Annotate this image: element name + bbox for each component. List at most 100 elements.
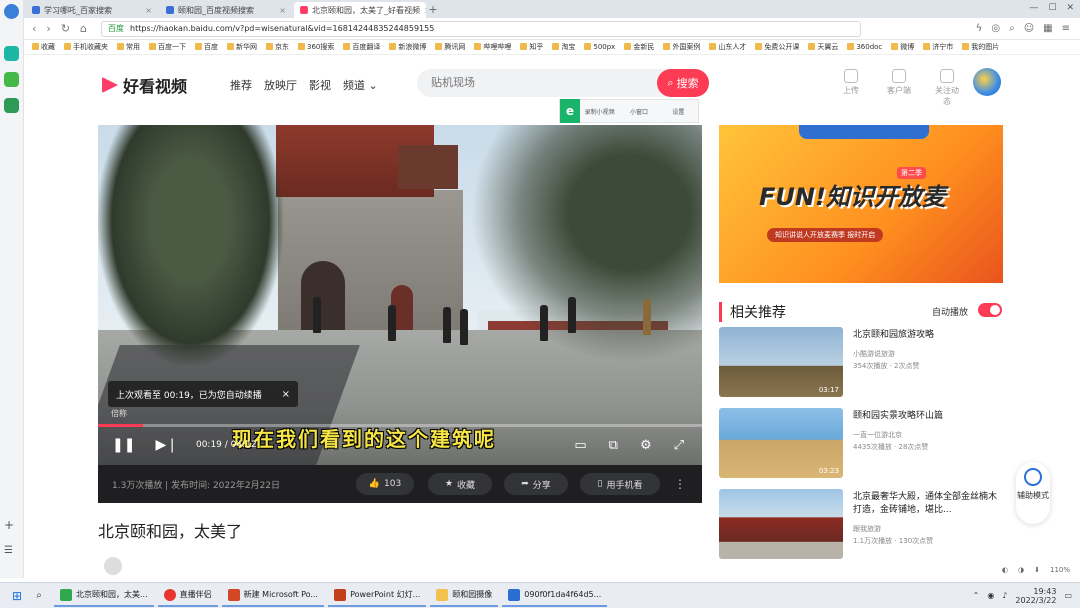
bookmark-item[interactable]: 腾讯网 (435, 42, 465, 52)
more-icon[interactable]: ⋮ (674, 477, 686, 491)
related-title[interactable]: 北京最奢华大殿，通体全部金丝楠木打造，金砖铺地，堪比... (853, 491, 1003, 517)
browser-tab[interactable]: 学习哪吒_百家搜索 × (26, 2, 158, 18)
autoplay-toggle[interactable] (978, 303, 1002, 317)
bookmark-item[interactable]: 360doc (847, 43, 882, 51)
recorder-logo-icon[interactable]: e (560, 99, 580, 123)
bookmark-item[interactable]: 360搜索 (298, 42, 334, 52)
new-tab-icon[interactable]: + (426, 2, 440, 18)
related-title[interactable]: 北京颐和园旅游攻略 (853, 329, 1003, 342)
bookmark-item[interactable]: 济宁市 (923, 42, 953, 52)
menu-more-icon[interactable]: ≡ (1062, 23, 1070, 34)
video-player[interactable] (98, 125, 702, 465)
bookmark-item[interactable]: 天翼云 (808, 42, 838, 52)
notification-icon[interactable]: ▭ (1064, 591, 1072, 600)
taskbar-item[interactable]: 新建 Microsoft Po... (221, 585, 325, 607)
collect-button[interactable]: ★ 收藏 (428, 473, 492, 495)
related-item[interactable]: 03:23 颐和园实景攻略环山篇 一直一位游北京 4435次播放 · 28次点赞 (719, 408, 1003, 480)
bookmark-item[interactable]: 百度一下 (149, 42, 186, 52)
fullscreen-web-icon[interactable]: ⧉ (609, 438, 618, 453)
related-item[interactable]: 03:17 北京颐和园旅游攻略 小酷游说旅游 354次播放 · 2次点赞 (719, 327, 1003, 399)
bookmark-item[interactable]: 金新民 (624, 42, 654, 52)
follow-feed-button[interactable]: 关注动态 (934, 69, 960, 107)
search-icon[interactable]: ⌕ (28, 590, 50, 601)
search-input[interactable] (431, 76, 631, 89)
pause-icon[interactable]: ❚❚ (112, 437, 135, 453)
close-tip-icon[interactable]: × (282, 389, 290, 400)
bookmark-item[interactable]: 百度 (195, 42, 218, 52)
browser-tab-active[interactable]: 北京颐和园，太美了_好看视频× (294, 2, 426, 18)
related-title[interactable]: 颐和园实景攻略环山篇 (853, 410, 1003, 423)
search-engine-icon[interactable]: ◎ (991, 23, 1000, 34)
browser-logo-icon[interactable] (4, 4, 19, 19)
dock-app-icon[interactable] (4, 72, 19, 87)
bookmark-item[interactable]: 500px (584, 43, 615, 51)
url-input[interactable]: 百度 https://haokan.baidu.com/v?pd=wisenatu… (101, 20, 862, 37)
recorder-settings-button[interactable]: 设置 (659, 107, 698, 116)
home-icon[interactable]: ⌂ (80, 22, 87, 35)
dock-app-icon[interactable] (4, 98, 19, 113)
bullet-comment-icon[interactable]: ▭ (574, 438, 586, 453)
taskbar-item[interactable]: 090f0f1da4f64d5... (502, 585, 608, 607)
status-icon[interactable]: ◐ (1002, 566, 1008, 578)
related-item[interactable]: 北京最奢华大殿，通体全部金丝楠木打造，金砖铺地，堪比... 跟我旅游 1.1万次… (719, 489, 1003, 561)
status-icon[interactable]: ⬇ (1034, 566, 1040, 578)
bookmark-item[interactable]: 新浪微博 (389, 42, 426, 52)
taskbar-item[interactable]: 颐和园摄像 (430, 585, 499, 607)
nav-item-recommend[interactable]: 推荐 (230, 77, 252, 93)
settings-icon[interactable]: ⚙ (640, 438, 652, 453)
forward-icon[interactable]: › (46, 22, 50, 35)
like-button[interactable]: 👍 103 (356, 473, 414, 495)
add-icon[interactable]: + (4, 518, 19, 533)
taskbar-item[interactable]: 北京颐和园，太美... (54, 585, 154, 607)
status-icon[interactable]: ◑ (1018, 566, 1024, 578)
back-icon[interactable]: ‹ (32, 22, 36, 35)
bookmark-item[interactable]: 京东 (266, 42, 289, 52)
browser-tab[interactable]: 颐和园_百度视频搜索 × (160, 2, 292, 18)
bookmark-item[interactable]: 新华网 (227, 42, 257, 52)
clock[interactable]: 19:43 2022/3/22 (1015, 587, 1056, 605)
bookmark-item[interactable]: 手机收藏夹 (64, 42, 108, 52)
taskbar-item[interactable]: PowerPoint 幻灯... (328, 585, 427, 607)
zoom-level[interactable]: 110% (1050, 566, 1070, 578)
taskbar-item[interactable]: 直播伴侣 (157, 585, 218, 607)
extensions-icon[interactable]: ▦ (1043, 23, 1052, 34)
bookmark-item[interactable]: 常用 (117, 42, 140, 52)
nav-item-theater[interactable]: 放映厅 (264, 77, 297, 93)
related-thumbnail[interactable]: 03:17 (719, 327, 843, 397)
minimize-icon[interactable]: — (1029, 3, 1038, 13)
avatar[interactable] (973, 68, 1001, 96)
dock-app-icon[interactable] (4, 46, 19, 61)
refresh-icon[interactable]: ↻ (61, 22, 70, 35)
promo-banner[interactable]: 第二季 FUN!知识开放麦 知识讲说人开放麦赛季 报时开启 (719, 125, 1003, 283)
bookmark-item[interactable]: 我的图片 (962, 42, 999, 52)
bookmark-item[interactable]: 微博 (891, 42, 914, 52)
maximize-icon[interactable]: ☐ (1048, 3, 1056, 13)
nav-item-channels[interactable]: 频道 ⌄ (343, 77, 378, 93)
bookmark-item[interactable]: 山东人才 (709, 42, 746, 52)
user-icon[interactable]: ☺ (1024, 23, 1034, 34)
mini-window-button[interactable]: 小窗口 (619, 107, 658, 116)
close-window-icon[interactable]: ✕ (1066, 3, 1074, 13)
windows-start-icon[interactable]: ⊞ (6, 589, 28, 603)
network-icon[interactable]: ◉ (987, 591, 994, 600)
search-button[interactable]: ⌕ 搜索 (657, 69, 709, 97)
watch-on-phone-button[interactable]: ▯ 用手机看 (580, 473, 660, 495)
next-icon[interactable]: ▶❘ (155, 437, 178, 453)
tray-chevron-icon[interactable]: ⌃ (973, 591, 980, 600)
site-logo[interactable]: 好看视频 (102, 73, 187, 97)
bookmark-item[interactable]: 收藏 (32, 42, 55, 52)
related-author[interactable]: 小酷游说旅游 (853, 349, 895, 359)
related-thumbnail[interactable]: 03:23 (719, 408, 843, 478)
bookmark-item[interactable]: 外国案例 (663, 42, 700, 52)
assist-mode-button[interactable]: 辅助模式 (1016, 462, 1050, 524)
bookmark-item[interactable]: 知乎 (520, 42, 543, 52)
upload-button[interactable]: 上传 (838, 69, 864, 107)
record-clip-button[interactable]: 录制小视频 (580, 107, 619, 116)
related-author[interactable]: 跟我旅游 (853, 524, 881, 534)
lightning-icon[interactable]: ϟ (976, 23, 983, 34)
client-button[interactable]: 客户端 (886, 69, 912, 107)
related-thumbnail[interactable] (719, 489, 843, 559)
bookmark-item[interactable]: 百度翻译 (343, 42, 380, 52)
close-tab-icon[interactable]: × (279, 6, 286, 15)
bookmark-item[interactable]: 淘宝 (552, 42, 575, 52)
